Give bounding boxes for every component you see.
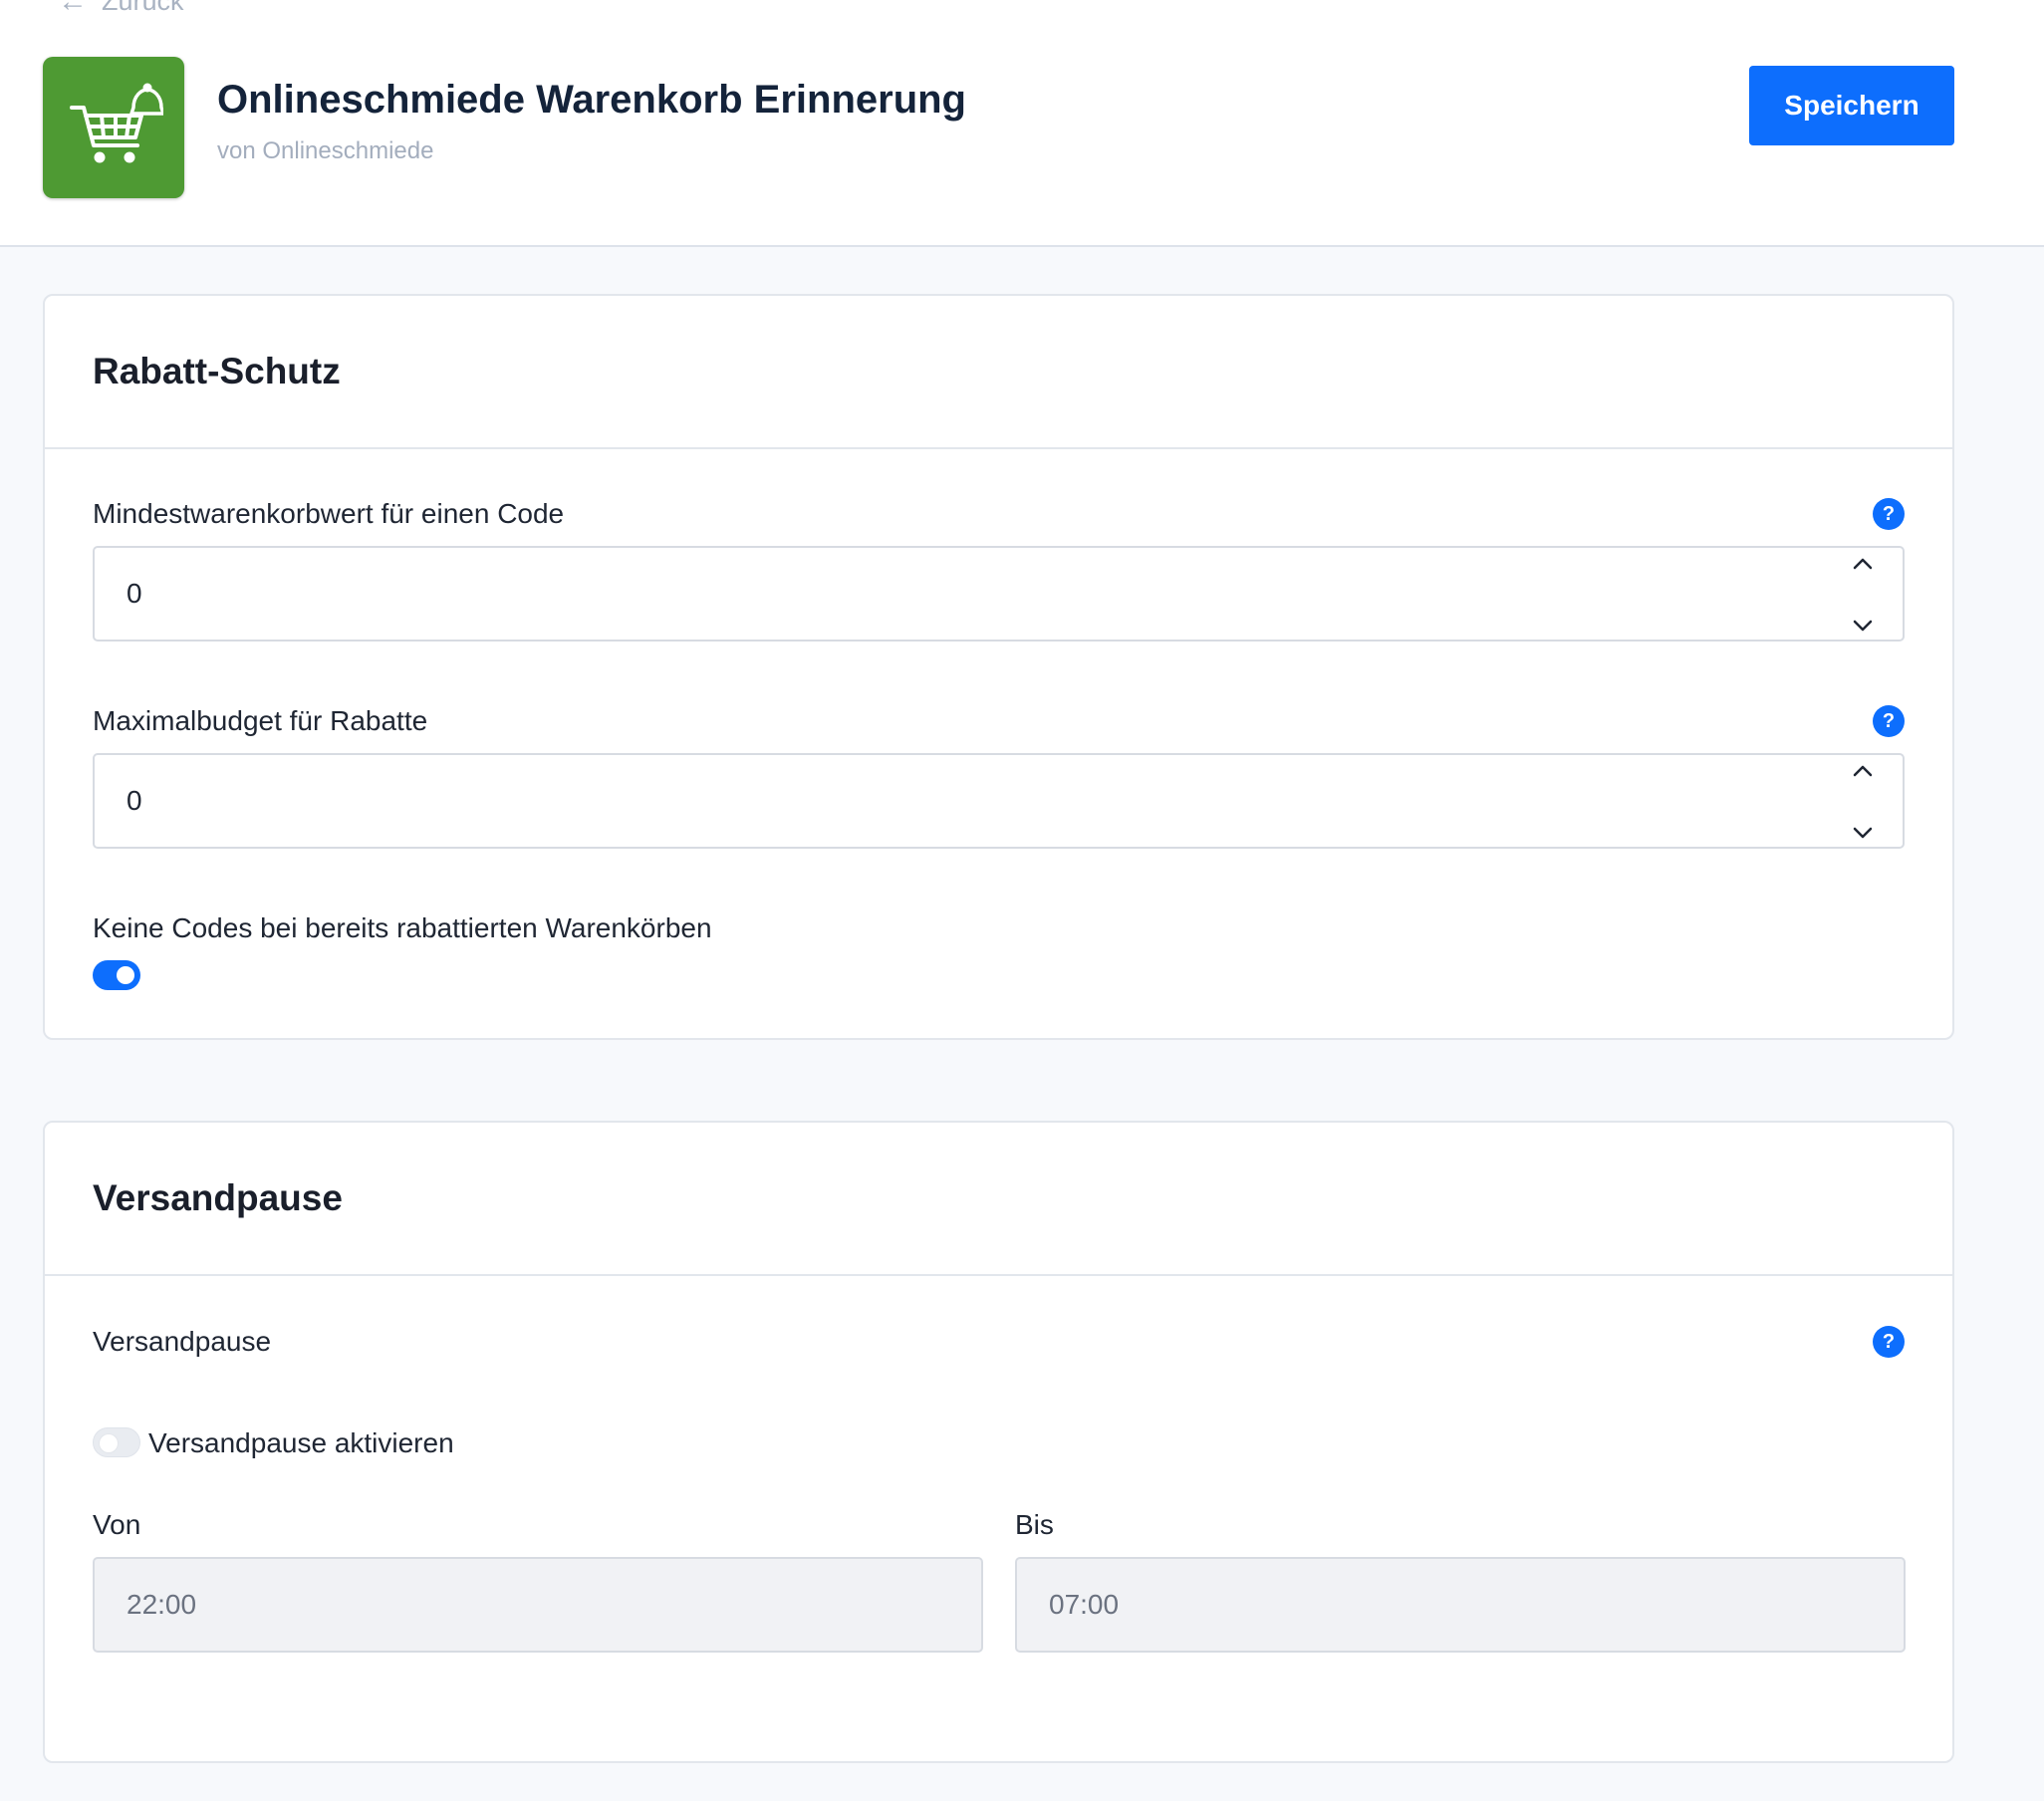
input-value: 0 (127, 578, 142, 609)
toggle-knob (117, 966, 134, 984)
chevron-down-icon[interactable] (1851, 825, 1875, 841)
from-label: Von (93, 1509, 141, 1540)
rabatt-schutz-card: Rabatt-Schutz Mindestwarenkorbwert für e… (43, 294, 1954, 1040)
number-stepper[interactable] (1845, 763, 1881, 841)
card-header: Rabatt-Schutz (45, 296, 1952, 449)
max-budget-input[interactable]: 0 (93, 753, 1905, 849)
versandpause-label: Versandpause (93, 1326, 272, 1357)
help-icon[interactable]: ? (1873, 1326, 1905, 1358)
from-time-input[interactable]: 22:00 (93, 1557, 983, 1653)
back-link[interactable]: ← Zurück (58, 0, 184, 17)
input-value: 0 (127, 785, 142, 816)
back-label: Zurück (102, 0, 184, 16)
chevron-up-icon[interactable] (1851, 556, 1875, 572)
no-codes-toggle[interactable] (93, 960, 140, 990)
chevron-down-icon[interactable] (1851, 618, 1875, 634)
versandpause-activate-label: Versandpause aktivieren (148, 1427, 454, 1458)
versandpause-toggle[interactable] (93, 1427, 140, 1457)
max-budget-label: Maximalbudget für Rabatte (93, 705, 428, 736)
versandpause-card: Versandpause Versandpause ? Versandpause… (43, 1121, 1954, 1763)
shopping-cart-bell-icon (70, 83, 163, 163)
help-icon[interactable]: ? (1873, 498, 1905, 530)
chevron-up-icon[interactable] (1851, 763, 1875, 779)
number-stepper[interactable] (1845, 556, 1881, 634)
card-title: Rabatt-Schutz (93, 351, 341, 391)
min-cart-value-input[interactable]: 0 (93, 546, 1905, 642)
card-header: Versandpause (45, 1123, 1952, 1276)
no-codes-label: Keine Codes bei bereits rabattierten War… (93, 912, 712, 943)
min-cart-value-label: Mindestwarenkorbwert für einen Code (93, 498, 565, 529)
toggle-knob (100, 1434, 118, 1452)
help-icon[interactable]: ? (1873, 705, 1905, 737)
app-vendor: von Onlineschmiede (217, 137, 434, 164)
card-title: Versandpause (93, 1177, 343, 1218)
arrow-left-icon: ← (58, 0, 88, 18)
to-time-input[interactable]: 07:00 (1015, 1557, 1906, 1653)
to-label: Bis (1015, 1509, 1054, 1540)
app-icon (43, 57, 184, 198)
save-button[interactable]: Speichern (1749, 66, 1954, 145)
app-title: Onlineschmiede Warenkorb Erinnerung (217, 78, 966, 122)
app-header: ← Zurück Onlineschmiede Warenkorb Erinne… (0, 0, 2044, 247)
